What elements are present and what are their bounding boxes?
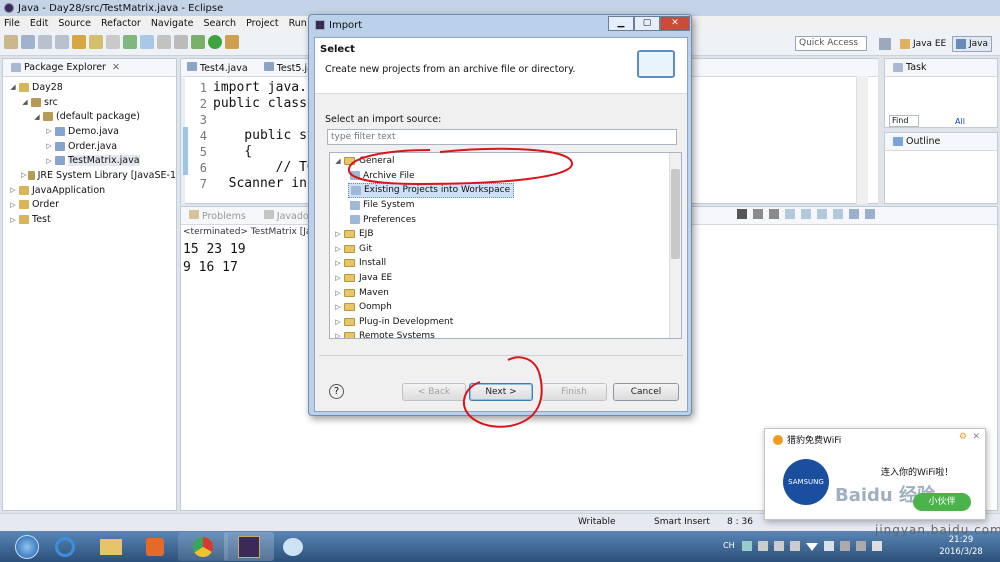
- circle-annotation: [347, 147, 573, 186]
- annotation-overlay: [347, 147, 573, 428]
- circle-annotation: [462, 356, 543, 428]
